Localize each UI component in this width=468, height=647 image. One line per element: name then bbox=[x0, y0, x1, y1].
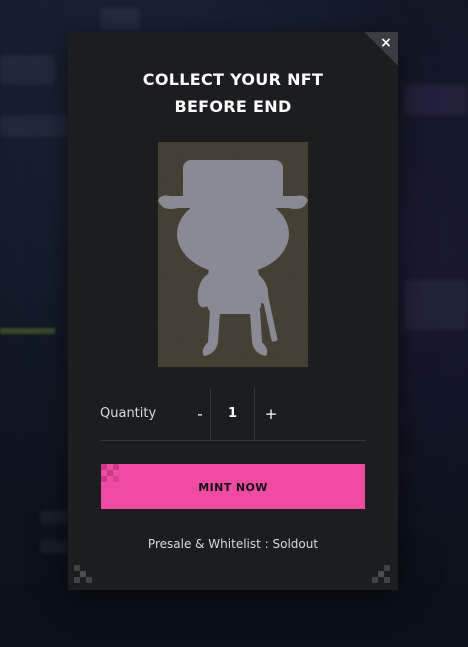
modal-title-line: COLLECT YOUR NFT bbox=[142, 70, 324, 89]
mint-modal: × COLLECT YOUR NFT BEFORE END Quantity -… bbox=[68, 32, 398, 590]
background-green-strip bbox=[0, 328, 55, 334]
quantity-increment-button[interactable]: + bbox=[260, 402, 282, 426]
quantity-selector: Quantity - 1 + bbox=[100, 388, 366, 441]
close-button[interactable]: × bbox=[364, 32, 398, 66]
background-blur-shape bbox=[40, 540, 68, 554]
modal-title-line: BEFORE END bbox=[174, 97, 292, 116]
quantity-decrement-button[interactable]: - bbox=[190, 402, 210, 426]
background-blur-shape bbox=[405, 280, 468, 330]
mint-now-button[interactable]: MINT NOW bbox=[101, 464, 365, 509]
background-blur-shape bbox=[0, 115, 68, 137]
quantity-value[interactable]: 1 bbox=[211, 402, 254, 426]
pixel-corner-icon bbox=[74, 565, 92, 583]
background-blur-shape bbox=[40, 510, 68, 524]
close-icon[interactable]: × bbox=[379, 36, 393, 50]
background-blur-shape bbox=[0, 55, 55, 85]
background-blur-shape bbox=[100, 8, 140, 30]
pixel-corner-icon bbox=[101, 464, 119, 482]
pixel-corner-icon bbox=[372, 565, 390, 583]
modal-title: COLLECT YOUR NFT BEFORE END bbox=[68, 66, 398, 120]
quantity-divider bbox=[254, 388, 255, 440]
background-blur-shape bbox=[405, 85, 468, 115]
quantity-label: Quantity bbox=[100, 406, 157, 421]
nft-preview-image bbox=[158, 142, 308, 367]
mint-now-label: MINT NOW bbox=[198, 481, 268, 494]
sale-status-text: Presale & Whitelist : Soldout bbox=[147, 537, 319, 551]
nft-silhouette-icon bbox=[158, 142, 308, 367]
